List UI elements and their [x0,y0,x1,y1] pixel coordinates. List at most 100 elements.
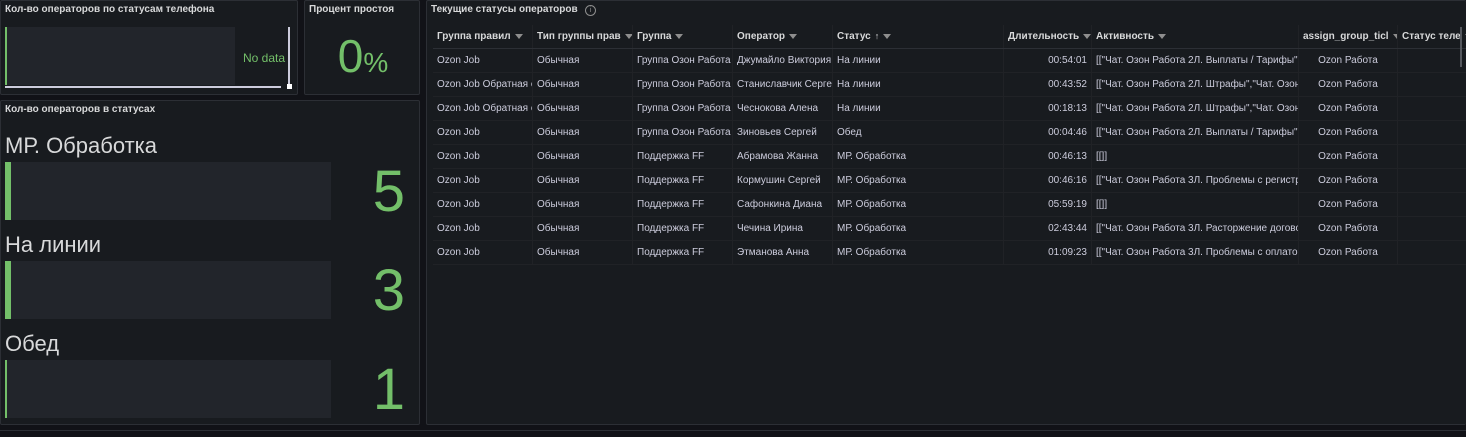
gauge-fill [5,261,11,319]
table-cell: Обычная [533,145,633,168]
table-cell: Джумайло Виктория [733,49,833,72]
table-cell: Поддержка FF [633,241,733,264]
status-count: 1 [372,357,405,422]
table-cell: Поддержка FF [633,193,733,216]
table-cell: Обычная [533,73,633,96]
filter-icon[interactable] [789,33,798,39]
table-cell: Группа Озон Работа [633,121,733,144]
table-cell: На линии [833,49,1004,72]
table-cell: Чеснокова Алена [733,97,833,120]
table-row[interactable]: Ozon Job Обратная связьОбычнаяГруппа Озо… [433,97,1466,121]
table-cell: [[]] [1092,145,1299,168]
column-header[interactable]: Группа правил [433,25,533,48]
filter-icon[interactable] [624,33,632,39]
panel-title[interactable]: Процент простоя [309,4,394,15]
table-cell: Сафонкина Диана [733,193,833,216]
table-cell: Зиновьев Сергей [733,121,833,144]
table-cell: Поддержка FF [633,217,733,240]
filter-icon[interactable] [514,33,523,39]
table-cell: Станиславчик Сергей [733,73,833,96]
table-cell: Чечина Ирина [733,217,833,240]
status-counts-panel: Кол-во операторов в статусах МР. Обработ… [0,100,420,425]
table-cell: Группа Озон Работа [633,97,733,120]
column-header[interactable]: Статус теле [1398,25,1466,48]
info-icon[interactable]: i [585,5,596,16]
table-cell: Ozon Работа [1299,49,1398,72]
table-cell [1398,217,1466,240]
column-header-label: Статус [837,31,871,42]
table-row[interactable]: Ozon Job Обычная Поддержка FF Абрамова Жанн… [433,145,1466,169]
panel-title[interactable]: Текущие статусы операторов [431,4,578,15]
table-row[interactable]: Ozon Job Обычная Поддержка FF Чечина Ирина М… [433,217,1466,241]
table-cell: 00:46:13 [1004,145,1092,168]
vertical-scrollbar[interactable] [1460,27,1462,67]
table-cell: МР. Обработка [833,217,1004,240]
table-cell: Обычная [533,121,633,144]
table-cell: Ozon Job [433,49,533,72]
table-cell: Ozon Работа [1299,121,1398,144]
table-cell: Группа Озон Работа [633,73,733,96]
status-gauge [5,162,331,220]
column-header[interactable]: Статус ↑ [833,25,1004,48]
table-cell: Ozon Job [433,193,533,216]
table-cell: 02:43:44 [1004,217,1092,240]
table-cell: 00:46:16 [1004,169,1092,192]
idle-percent-stat: 0% [305,29,421,83]
table-row[interactable]: Ozon Job Обычная Поддержка FF Кормушин Серг… [433,169,1466,193]
table-header: Группа правил Тип группы прав Группа Операт… [433,25,1466,49]
table-cell: Поддержка FF [633,169,733,192]
empty-bar-chart [5,27,235,85]
table-cell: Обычная [533,49,633,72]
table-cell: Обычная [533,97,633,120]
panel-title[interactable]: Кол-во операторов в статусах [5,104,155,115]
table-cell: 00:18:13 [1004,97,1092,120]
column-header[interactable]: Группа [633,25,733,48]
table-cell: Ozon Работа [1299,73,1398,96]
table-row[interactable]: Ozon Job Обычная Поддержка FF Этманова Анна… [433,241,1466,265]
column-header[interactable]: Оператор [733,25,833,48]
phone-status-panel: Кол-во операторов по статусам телефона N… [0,0,298,95]
filter-icon[interactable] [883,33,892,39]
table-row[interactable]: Ozon Job Обычная Группа Озон Работа Джумайл… [433,49,1466,73]
idle-percent-unit: % [363,47,389,78]
column-header[interactable]: Длительность [1004,25,1092,48]
table-cell: 05:59:19 [1004,193,1092,216]
table-row[interactable]: Ozon Job Обратная связьОбычнаяГруппа Озо… [433,73,1466,97]
resize-handle[interactable] [287,84,292,89]
table-cell: Ozon Работа [1299,97,1398,120]
sort-ascending-icon[interactable]: ↑ [875,31,880,41]
filter-icon[interactable] [1083,33,1091,39]
column-header-label: Длительность [1008,31,1080,42]
table-cell: Обычная [533,169,633,192]
table-row[interactable]: Ozon Job Обычная Поддержка FF Сафонкина Диа… [433,193,1466,217]
table-cell: 01:09:23 [1004,241,1092,264]
table-cell: Ozon Job [433,145,533,168]
column-header[interactable]: Тип группы прав [533,25,633,48]
table-cell: На линии [833,73,1004,96]
horizontal-scrollbar[interactable] [5,86,281,88]
column-header[interactable]: assign_group_ticl [1299,25,1398,48]
table-cell: 00:54:01 [1004,49,1092,72]
table-cell: Абрамова Жанна [733,145,833,168]
table-cell: МР. Обработка [833,241,1004,264]
column-header[interactable]: Активность [1092,25,1299,48]
table-cell: Ozon Job Обратная связь [433,97,533,120]
table-cell: На линии [833,97,1004,120]
table-row[interactable]: Ozon Job Обычная Группа Озон Работа Зиновье… [433,121,1466,145]
table-cell [1398,49,1466,72]
operators-table-panel: Текущие статусы операторов i Группа прав… [426,0,1466,425]
table-cell: Ozon Job Обратная связь [433,73,533,96]
table-cell: Обычная [533,217,633,240]
table-cell [1398,241,1466,264]
table-cell: Обычная [533,241,633,264]
table-cell: [["Чат. Озон Работа 3Л. Проблемы с оплат… [1092,241,1299,264]
filter-icon[interactable] [1158,33,1167,39]
table-cell: Ozon Работа [1299,169,1398,192]
filter-icon[interactable] [675,33,684,39]
table-cell [1398,97,1466,120]
table-cell: [["Чат. Озон Работа 2Л. Выплаты / Тарифы… [1092,49,1299,72]
panel-title[interactable]: Кол-во операторов по статусам телефона [5,4,214,15]
status-label: МР. Обработка [5,133,158,158]
table-cell [1398,145,1466,168]
vertical-axis [288,27,290,85]
